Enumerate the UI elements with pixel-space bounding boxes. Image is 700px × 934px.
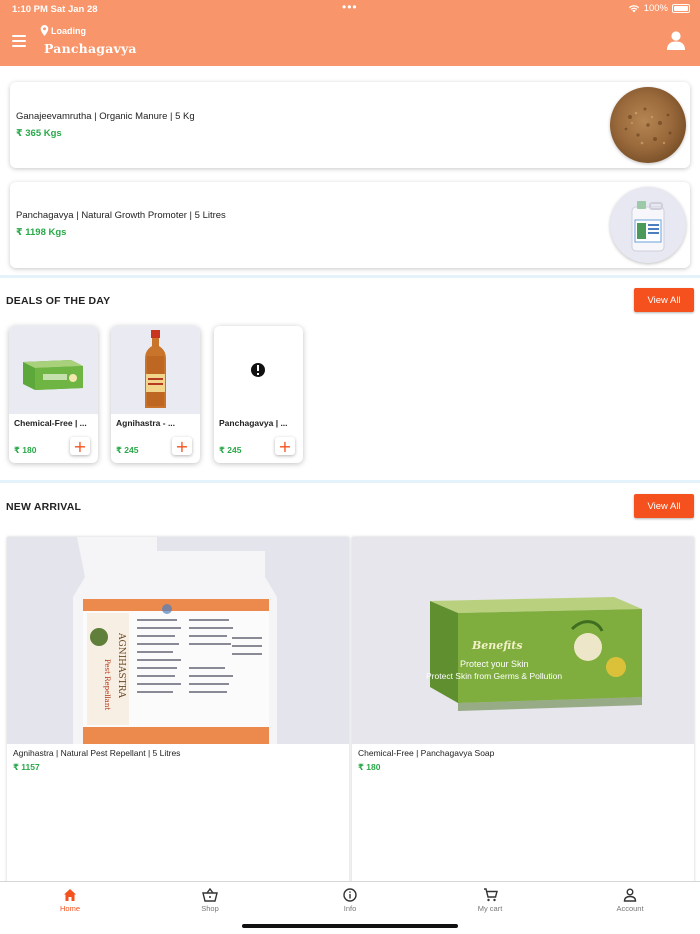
- soap-box-image: Benefits Protect your Skin Protect Skin …: [352, 537, 694, 744]
- pest-repellant-can-image: AGNIHASTRA Pest Repellant: [7, 537, 349, 744]
- image-error-icon: [251, 363, 265, 377]
- product-card[interactable]: Ganajeevamrutha | Organic Manure | 5 Kg …: [10, 82, 690, 168]
- status-right: 100%: [628, 3, 690, 14]
- soap-box-line2: Protect Skin from Germs & Pollution: [426, 671, 562, 681]
- status-time: 1:10 PM Sat Jan 28: [12, 4, 98, 15]
- product-price: ₹ 1198 Kgs: [16, 227, 67, 238]
- can-sub-text: Pest Repellant: [103, 659, 111, 710]
- cart-icon: [483, 888, 498, 902]
- new-arrival-view-all-button[interactable]: View All: [634, 494, 694, 518]
- product-name: Panchagavya | Natural Growth Promoter | …: [16, 210, 226, 221]
- nav-cart-label: My cart: [477, 904, 503, 913]
- product-image: [610, 187, 686, 263]
- section-divider: [0, 275, 700, 278]
- location-selector[interactable]: Loading: [40, 25, 86, 36]
- home-indicator: [242, 924, 458, 928]
- account-icon: [623, 888, 637, 902]
- soap-box-brand: Benefits: [471, 639, 523, 652]
- bottle-image: [145, 330, 166, 408]
- manure-texture: [624, 107, 672, 145]
- add-to-cart-button[interactable]: +: [172, 437, 192, 455]
- status-bar: 1:10 PM Sat Jan 28 ••• 100%: [0, 0, 700, 18]
- deal-card[interactable]: Panchagavya | ... ₹ 245 +: [214, 326, 303, 463]
- arrival-name: Chemical-Free | Panchagavya Soap: [358, 748, 495, 758]
- deal-image: [9, 326, 98, 414]
- arrival-price: ₹ 1157: [13, 762, 40, 772]
- nav-cart[interactable]: My cart: [450, 888, 530, 913]
- product-price: ₹ 365 Kgs: [16, 128, 62, 139]
- jerrycan-image: [631, 201, 665, 252]
- deal-name: Chemical-Free | ...: [14, 418, 87, 428]
- multitasking-dots[interactable]: •••: [342, 0, 358, 14]
- app-header: 1:10 PM Sat Jan 28 ••• 100% Loading Panc…: [0, 0, 700, 66]
- app-title: Panchagavya: [44, 41, 137, 56]
- arrival-price: ₹ 180: [358, 762, 381, 772]
- product-name: Ganajeevamrutha | Organic Manure | 5 Kg: [16, 111, 195, 122]
- deal-price: ₹ 180: [14, 445, 37, 455]
- menu-icon[interactable]: [12, 35, 26, 47]
- soap-box-line1: Protect your Skin: [460, 659, 529, 669]
- nav-shop-label: Shop: [201, 904, 219, 913]
- profile-icon[interactable]: [666, 30, 686, 50]
- deals-title: DEALS OF THE DAY: [6, 295, 111, 307]
- info-icon: [343, 888, 357, 902]
- soap-box-image: [23, 360, 83, 390]
- deals-view-all-button[interactable]: View All: [634, 288, 694, 312]
- nav-info[interactable]: Info: [310, 888, 390, 913]
- nav-home-label: Home: [59, 904, 80, 913]
- deal-image: [111, 326, 200, 414]
- battery-icon: [672, 4, 690, 13]
- deal-image: [214, 326, 303, 414]
- home-icon: [64, 889, 76, 901]
- nav-account[interactable]: Account: [590, 888, 670, 913]
- deal-card[interactable]: Chemical-Free | ... ₹ 180 +: [9, 326, 98, 463]
- deal-price: ₹ 245: [219, 445, 242, 455]
- deal-card[interactable]: Agnihastra - ... ₹ 245 +: [111, 326, 200, 463]
- section-divider: [0, 480, 700, 483]
- arrival-card[interactable]: AGNIHASTRA Pest Repellant Agnihastra | N…: [7, 537, 349, 883]
- nav-info-label: Info: [343, 904, 357, 913]
- can-brand-text: AGNIHASTRA: [116, 632, 126, 698]
- deal-price: ₹ 245: [116, 445, 139, 455]
- arrival-image: Benefits Protect your Skin Protect Skin …: [352, 537, 694, 744]
- add-to-cart-button[interactable]: +: [70, 437, 90, 455]
- product-image: [610, 87, 686, 163]
- location-text: Loading: [51, 25, 86, 36]
- arrival-card[interactable]: Benefits Protect your Skin Protect Skin …: [352, 537, 694, 883]
- basket-icon: [202, 888, 218, 902]
- location-pin-icon: [40, 25, 49, 36]
- wifi-icon: [628, 5, 639, 13]
- product-card[interactable]: Panchagavya | Natural Growth Promoter | …: [10, 182, 690, 268]
- new-arrival-title: NEW ARRIVAL: [6, 501, 82, 513]
- arrival-image: AGNIHASTRA Pest Repellant: [7, 537, 349, 744]
- add-to-cart-button[interactable]: +: [275, 437, 295, 455]
- deal-name: Panchagavya | ...: [219, 418, 288, 428]
- nav-home[interactable]: Home: [30, 888, 110, 913]
- battery-percent: 100%: [643, 3, 668, 14]
- nav-shop[interactable]: Shop: [170, 888, 250, 913]
- arrival-name: Agnihastra | Natural Pest Repellant | 5 …: [13, 748, 181, 758]
- nav-account-label: Account: [616, 904, 644, 913]
- deal-name: Agnihastra - ...: [116, 418, 176, 428]
